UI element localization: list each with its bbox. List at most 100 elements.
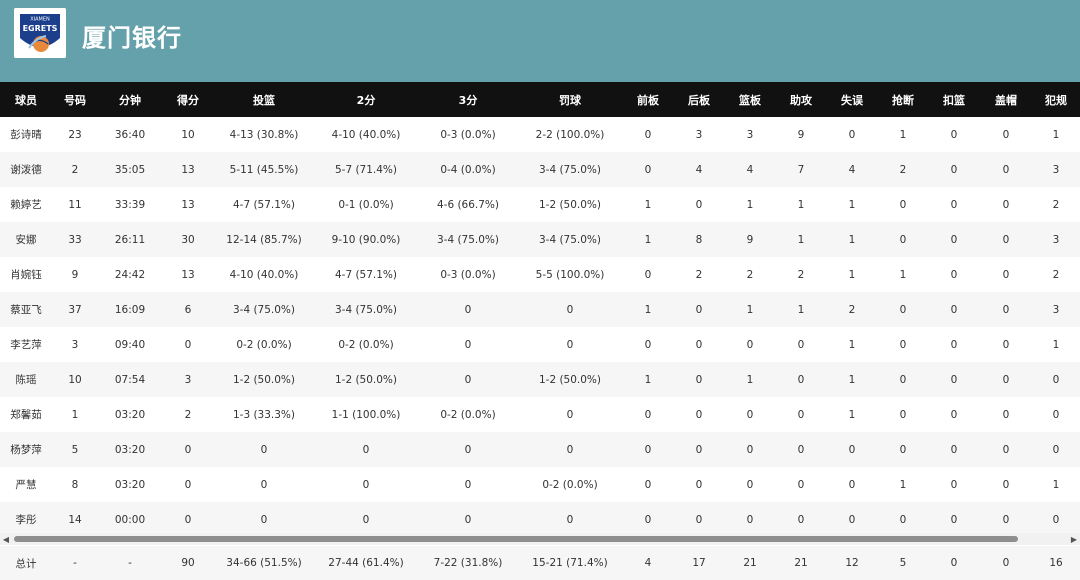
- table-row: 肖婉钰 9 24:42 13 4-10 (40.0%) 4-7 (57.1%) 0-3 (0…: [0, 257, 1080, 292]
- stat-cell: 0: [899, 373, 907, 386]
- stat-cell: 0: [566, 338, 574, 351]
- team-header: XIAMEN EGRETS 厦门银行: [0, 0, 1080, 82]
- column-header: 罚球: [559, 93, 581, 107]
- totals-cell: 21: [743, 557, 757, 569]
- stat-cell: 1: [797, 233, 805, 246]
- stat-cell: 0: [1002, 268, 1010, 281]
- stat-cell: 0: [746, 443, 754, 456]
- stat-cell: 36:40: [114, 128, 146, 141]
- stat-cell: 2: [746, 268, 754, 281]
- stat-cell: 1: [848, 268, 856, 281]
- stat-cell: 0-4 (0.0%): [440, 163, 496, 176]
- stat-cell: 2: [797, 268, 805, 281]
- stat-cell: 3-4 (75.0%): [538, 163, 602, 176]
- stat-cell: 1: [1052, 478, 1060, 491]
- stat-cell: 0: [899, 233, 907, 246]
- horizontal-scrollbar[interactable]: ◀ ▶: [0, 533, 1080, 545]
- stat-cell: 0: [797, 408, 805, 421]
- stat-cell: 33: [68, 233, 82, 246]
- stat-cell: 0: [797, 513, 805, 526]
- stat-cell: 0: [695, 408, 703, 421]
- stat-cell: 9-10 (90.0%): [331, 233, 401, 246]
- stat-cell: 30: [181, 233, 195, 246]
- stat-cell: 0: [695, 303, 703, 316]
- stat-cell: 2: [1052, 268, 1060, 281]
- stat-cell: 1: [644, 233, 652, 246]
- stat-cell: 0: [464, 373, 472, 386]
- stat-cell: 0: [362, 443, 370, 456]
- stat-cell: 3: [1052, 303, 1060, 316]
- stat-cell: 8: [695, 233, 703, 246]
- stat-cell: 3-4 (75.0%): [232, 303, 296, 316]
- stat-cell: 0: [746, 408, 754, 421]
- box-score-table: 球员 号码 分钟 得分 投篮 2分 3分 罚球 前板 后板 篮板 助攻 失误 抢断 扣篮 盖帽 犯规 彭诗晴 23…: [0, 82, 1080, 537]
- column-header: 2分: [356, 93, 376, 107]
- stat-cell: 10: [68, 373, 82, 386]
- scroll-thumb[interactable]: [14, 536, 1018, 542]
- scroll-left-arrow-icon[interactable]: ◀: [0, 533, 12, 545]
- stat-cell: 0: [950, 163, 958, 176]
- stat-cell: 0: [848, 513, 856, 526]
- stat-cell: 3-4 (75.0%): [334, 303, 398, 316]
- stat-cell: 1: [899, 268, 907, 281]
- stat-cell: 0: [1052, 373, 1060, 386]
- stat-cell: 0: [746, 338, 754, 351]
- totals-cell: 5: [899, 557, 907, 569]
- stat-cell: 07:54: [114, 373, 146, 386]
- stat-cell: 1-1 (100.0%): [331, 408, 401, 421]
- column-header: 犯规: [1045, 93, 1067, 107]
- stat-cell: 37: [68, 303, 82, 316]
- totals-label: 总计: [15, 557, 37, 570]
- stat-cell: 0: [566, 303, 574, 316]
- stat-cell: 2-2 (100.0%): [535, 128, 605, 141]
- table-row: 陈瑶 10 07:54 3 1-2 (50.0%) 1-2 (50.0%) 0 1-2 (50…: [0, 362, 1080, 397]
- stat-cell: 0: [797, 443, 805, 456]
- stat-cell: 0-3 (0.0%): [440, 268, 496, 281]
- stat-cell: 0: [1002, 233, 1010, 246]
- player-name: 谢泼德: [10, 164, 42, 176]
- stat-cell: 1: [848, 198, 856, 211]
- stat-cell: 5: [71, 443, 79, 456]
- stat-cell: 14: [68, 513, 82, 526]
- column-header: 号码: [64, 93, 86, 107]
- stat-cell: 12-14 (85.7%): [226, 233, 302, 246]
- stat-cell: 0: [260, 478, 268, 491]
- stat-cell: 4-10 (40.0%): [229, 268, 299, 281]
- table-row: 严慧 8 03:20 0 0 0 0 0-2 (0.0%) 0 0 0 0 0 1 0 0 1: [0, 467, 1080, 502]
- totals-cell: 7-22 (31.8%): [433, 557, 503, 569]
- totals-cell: 34-66 (51.5%): [226, 557, 302, 569]
- stat-cell: 5-7 (71.4%): [334, 163, 398, 176]
- stat-cell: 2: [848, 303, 856, 316]
- stat-cell: 0: [260, 513, 268, 526]
- totals-table: 总计 - - 90 34-66 (51.5%) 27-44 (61.4%) 7-22 (31…: [0, 546, 1080, 580]
- table-row: 郑馨茹 1 03:20 2 1-3 (33.3%) 1-1 (100.0%) 0-2 (0.…: [0, 397, 1080, 432]
- stat-cell: 0: [566, 408, 574, 421]
- stat-cell: 4: [695, 163, 703, 176]
- stat-cell: 0: [184, 513, 192, 526]
- stat-cell: 03:20: [114, 443, 146, 456]
- player-name: 严慧: [15, 479, 37, 491]
- stat-cell: 13: [181, 163, 195, 176]
- column-header: 得分: [177, 93, 199, 107]
- player-name: 杨梦萍: [10, 444, 42, 456]
- stat-cell: 3: [1052, 163, 1060, 176]
- stat-cell: 0: [1002, 163, 1010, 176]
- player-name: 安娜: [15, 234, 37, 246]
- stat-cell: 0: [950, 443, 958, 456]
- table-row: 杨梦萍 5 03:20 0 0 0 0 0 0 0 0 0 0 0 0 0 0: [0, 432, 1080, 467]
- stat-cell: 0-2 (0.0%): [338, 338, 394, 351]
- stat-cell: 33:39: [114, 198, 146, 211]
- stat-cell: 9: [746, 233, 754, 246]
- stat-cell: 0: [1052, 513, 1060, 526]
- stat-cell: 2: [695, 268, 703, 281]
- stat-cell: 0: [848, 128, 856, 141]
- stat-cell: 10: [181, 128, 195, 141]
- stat-cell: 1: [899, 478, 907, 491]
- stat-cell: 1: [746, 198, 754, 211]
- stat-cell: 3-4 (75.0%): [538, 233, 602, 246]
- stat-cell: 0: [797, 373, 805, 386]
- stat-cell: 0: [566, 513, 574, 526]
- scroll-right-arrow-icon[interactable]: ▶: [1068, 533, 1080, 545]
- stat-cell: 0-2 (0.0%): [236, 338, 292, 351]
- table-row: 安娜 33 26:11 30 12-14 (85.7%) 9-10 (90.0%) 3-4 …: [0, 222, 1080, 257]
